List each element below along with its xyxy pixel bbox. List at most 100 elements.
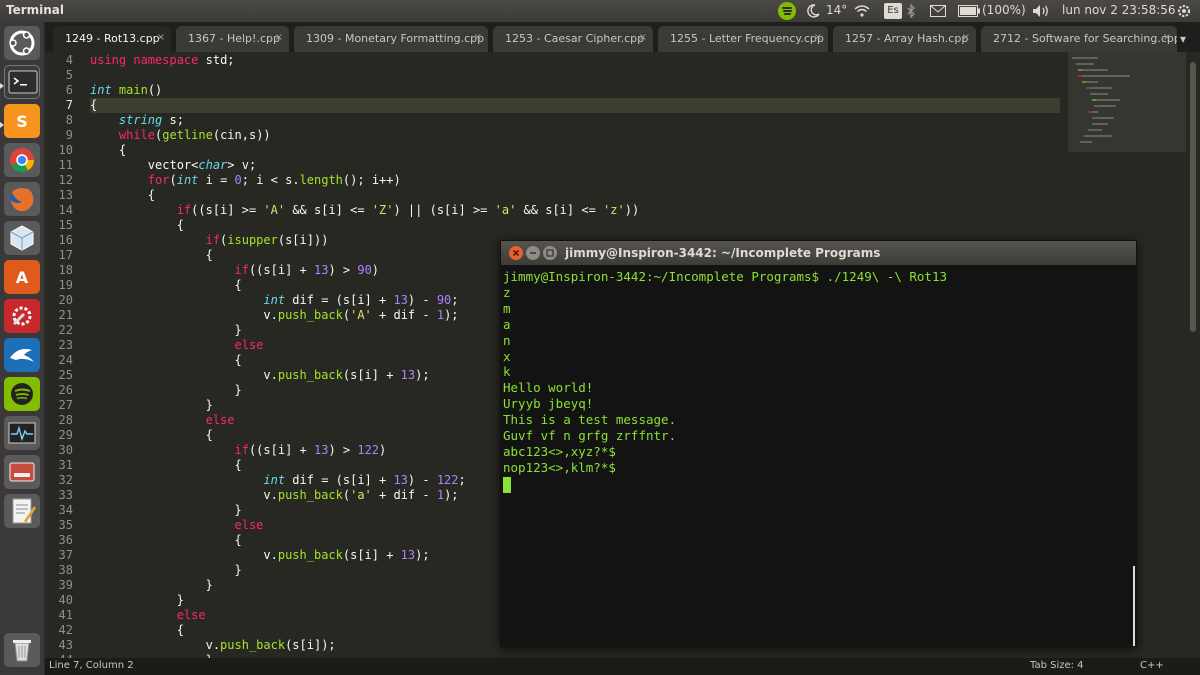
- code-line[interactable]: v.push_back(s[i]);: [90, 638, 336, 653]
- terminal-titlebar[interactable]: jimmy@Inspiron-3442: ~/Incomplete Progra…: [501, 241, 1136, 265]
- launcher-chrome[interactable]: [4, 143, 40, 177]
- weather-temperature[interactable]: 14°: [826, 3, 847, 17]
- launcher-virtualbox[interactable]: [4, 221, 40, 255]
- code-line[interactable]: {: [90, 533, 241, 548]
- spotify-tray-icon[interactable]: [778, 2, 796, 20]
- code-line[interactable]: string s;: [90, 113, 184, 128]
- code-line[interactable]: vector<char> v;: [90, 158, 256, 173]
- launcher-text-editor[interactable]: [4, 494, 40, 528]
- terminal-window[interactable]: jimmy@Inspiron-3442: ~/Incomplete Progra…: [500, 240, 1137, 647]
- scrollbar-thumb[interactable]: [1190, 62, 1196, 332]
- terminal-line: nop123<>,klm?*$: [503, 459, 616, 475]
- close-window-button[interactable]: [509, 246, 523, 260]
- code-line[interactable]: }: [90, 578, 213, 593]
- launcher-sublime-text[interactable]: S: [4, 104, 40, 138]
- tab-close-button[interactable]: ×: [639, 32, 647, 43]
- code-line[interactable]: int main(): [90, 83, 162, 98]
- launcher-terminal[interactable]: [4, 65, 40, 99]
- software-center-icon: A: [15, 267, 29, 287]
- launcher-software-center[interactable]: A: [4, 260, 40, 294]
- terminal-scrollbar[interactable]: [1133, 566, 1135, 646]
- launcher-trash[interactable]: [4, 633, 40, 667]
- code-line[interactable]: {: [90, 143, 126, 158]
- tab-size-setting[interactable]: Tab Size: 4: [1030, 660, 1084, 671]
- tab-letter-frequency[interactable]: 1255 - Letter Frequency.cpp ×: [658, 26, 828, 52]
- tab-label: 1309 - Monetary Formatting.cpp: [306, 32, 485, 45]
- tab-software-for-searching[interactable]: 2712 - Software for Searching.cpp ×: [981, 26, 1177, 52]
- tab-close-button[interactable]: ×: [814, 32, 822, 43]
- launcher-firefox[interactable]: [4, 182, 40, 216]
- bluetooth-icon[interactable]: [906, 4, 916, 18]
- code-line[interactable]: {: [90, 458, 241, 473]
- code-line[interactable]: {: [90, 218, 184, 233]
- code-line[interactable]: else: [90, 608, 206, 623]
- tab-monetary-formatting[interactable]: 1309 - Monetary Formatting.cpp ×: [294, 26, 488, 52]
- code-line[interactable]: if((s[i] >= 'A' && s[i] <= 'Z') || (s[i]…: [90, 203, 639, 218]
- line-number: 43: [58, 638, 73, 652]
- code-line[interactable]: else: [90, 413, 235, 428]
- top-panel: Terminal 14° Es (100%) lun nov 2 23:58:5…: [0, 0, 1200, 22]
- code-line[interactable]: if((s[i] + 13) > 90): [90, 263, 380, 278]
- code-line[interactable]: v.push_back('a' + dif - 1);: [90, 488, 458, 503]
- launcher-system-monitor[interactable]: [4, 416, 40, 450]
- code-line[interactable]: }: [90, 398, 213, 413]
- editor-scrollbar[interactable]: [1188, 52, 1198, 658]
- terminal-output[interactable]: jimmy@Inspiron-3442:~/Incomplete Program…: [503, 267, 1133, 645]
- code-line[interactable]: }: [90, 503, 241, 518]
- code-line[interactable]: int dif = (s[i] + 13) - 90;: [90, 293, 458, 308]
- tab-caesar-cipher[interactable]: 1253 - Caesar Cipher.cpp ×: [493, 26, 653, 52]
- volume-icon[interactable]: [1032, 4, 1050, 18]
- launcher-dolphin-emulator[interactable]: [4, 338, 40, 372]
- code-line[interactable]: {: [90, 188, 155, 203]
- code-line[interactable]: else: [90, 518, 264, 533]
- code-line[interactable]: int dif = (s[i] + 13) - 122;: [90, 473, 465, 488]
- code-line[interactable]: while(getline(cin,s)): [90, 128, 271, 143]
- power-gear-icon[interactable]: [1176, 3, 1192, 19]
- maximize-window-button[interactable]: [543, 246, 557, 260]
- code-line[interactable]: }: [90, 323, 241, 338]
- code-line[interactable]: {: [90, 98, 1060, 113]
- tab-close-button[interactable]: ×: [962, 32, 970, 43]
- code-line[interactable]: {: [90, 278, 241, 293]
- tab-close-button[interactable]: ×: [474, 32, 482, 43]
- code-line[interactable]: using namespace std;: [90, 53, 235, 68]
- weather-moon-icon[interactable]: [806, 4, 820, 18]
- code-line[interactable]: }: [90, 593, 184, 608]
- code-line[interactable]: v.push_back(s[i] + 13);: [90, 548, 429, 563]
- mail-icon[interactable]: [930, 5, 946, 17]
- code-line[interactable]: {: [90, 428, 213, 443]
- minimize-window-button[interactable]: [526, 246, 540, 260]
- code-line[interactable]: else: [90, 338, 264, 353]
- minimap[interactable]: [1068, 52, 1186, 152]
- code-line[interactable]: }: [90, 383, 241, 398]
- code-line[interactable]: }: [90, 563, 241, 578]
- keyboard-layout-indicator[interactable]: Es: [884, 3, 902, 19]
- clock[interactable]: lun nov 2 23:58:56: [1062, 3, 1176, 17]
- tab-close-button[interactable]: ×: [1163, 32, 1171, 43]
- line-number: 38: [58, 563, 73, 577]
- code-line[interactable]: {: [90, 248, 213, 263]
- launcher-spotify[interactable]: [4, 377, 40, 411]
- battery-percentage[interactable]: (100%): [982, 3, 1026, 17]
- code-line[interactable]: for(int i = 0; i < s.length(); i++): [90, 173, 401, 188]
- syntax-selector[interactable]: C++: [1140, 660, 1164, 671]
- dash-button[interactable]: [4, 26, 40, 60]
- code-line[interactable]: if((s[i] + 13) > 122): [90, 443, 387, 458]
- tab-list-dropdown[interactable]: ▾: [1180, 32, 1186, 46]
- code-line[interactable]: {: [90, 353, 241, 368]
- launcher-system-settings[interactable]: [4, 299, 40, 333]
- code-line[interactable]: v.push_back(s[i] + 13);: [90, 368, 429, 383]
- code-line[interactable]: {: [90, 623, 184, 638]
- line-number: 41: [58, 608, 73, 622]
- code-line[interactable]: v.push_back('A' + dif - 1);: [90, 308, 458, 323]
- tab-array-hash[interactable]: 1257 - Array Hash.cpp ×: [833, 26, 976, 52]
- wifi-icon[interactable]: [854, 4, 870, 17]
- code-line[interactable]: if(isupper(s[i])): [90, 233, 329, 248]
- tab-rot13[interactable]: 1249 - Rot13.cpp ×: [53, 26, 171, 52]
- launcher-disk-manager[interactable]: [4, 455, 40, 489]
- tab-close-button[interactable]: ×: [157, 32, 165, 43]
- tab-close-button[interactable]: ×: [275, 32, 283, 43]
- battery-icon[interactable]: [958, 5, 980, 17]
- tab-help[interactable]: 1367 - Help!.cpp ×: [176, 26, 289, 52]
- line-number: 18: [58, 263, 73, 277]
